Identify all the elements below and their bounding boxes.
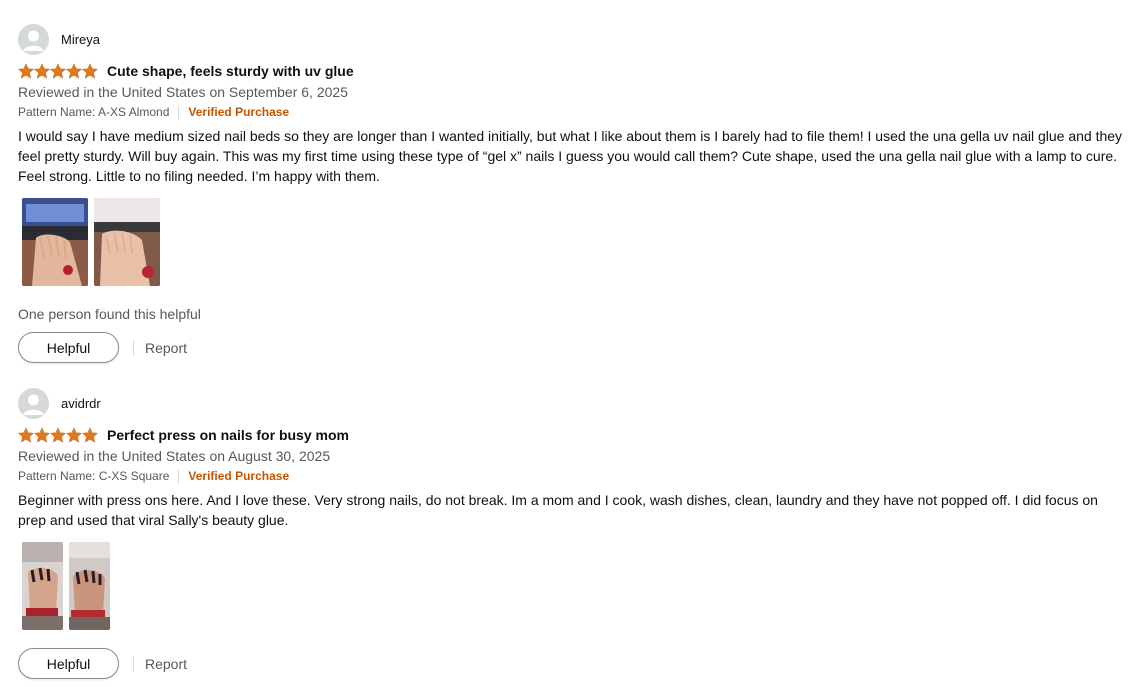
- reviewer-profile[interactable]: avidrdr: [18, 388, 1133, 419]
- review-date: Reviewed in the United States on August …: [18, 448, 331, 464]
- divider: [178, 469, 180, 483]
- report-link[interactable]: Report: [145, 340, 187, 356]
- review-actions: Helpful Report: [18, 648, 187, 679]
- helpful-button[interactable]: Helpful: [18, 648, 119, 679]
- default-avatar-icon: [18, 388, 49, 419]
- divider: [133, 340, 134, 355]
- avatar: [18, 388, 49, 419]
- pattern-name[interactable]: Pattern Name: C-XS Square: [18, 468, 169, 484]
- five-star-rating-icon[interactable]: [18, 62, 98, 80]
- review-image-thumbnail[interactable]: [22, 542, 63, 630]
- review-image-thumbnail[interactable]: [69, 542, 110, 630]
- report-link[interactable]: Report: [145, 656, 187, 672]
- review-title[interactable]: Cute shape, feels sturdy with uv glue: [107, 63, 354, 79]
- review-card: Mireya Cute shape, feels sturdy with uv …: [18, 24, 1133, 286]
- helpful-button[interactable]: Helpful: [18, 332, 119, 363]
- default-avatar-icon: [18, 24, 49, 55]
- review-card: avidrdr Perfect press on nails for busy …: [18, 388, 1133, 630]
- review-date: Reviewed in the United States on Septemb…: [18, 84, 348, 100]
- review-actions: Helpful Report: [18, 332, 187, 363]
- helpful-count: One person found this helpful: [18, 306, 201, 322]
- reviewer-profile[interactable]: Mireya: [18, 24, 1133, 55]
- review-images: [22, 198, 1133, 286]
- reviewer-name[interactable]: avidrdr: [61, 396, 101, 411]
- review-body: Beginner with press ons here. And I love…: [18, 492, 1098, 528]
- review-image-thumbnail[interactable]: [22, 198, 88, 286]
- review-title[interactable]: Perfect press on nails for busy mom: [107, 427, 349, 443]
- review-image-thumbnail[interactable]: [94, 198, 160, 286]
- verified-purchase-badge: Verified Purchase: [188, 105, 290, 119]
- divider: [133, 656, 134, 671]
- reviewer-name[interactable]: Mireya: [61, 32, 100, 47]
- review-images: [22, 542, 1133, 630]
- divider: [178, 105, 180, 119]
- verified-purchase-badge: Verified Purchase: [188, 469, 290, 483]
- five-star-rating-icon[interactable]: [18, 426, 98, 444]
- review-body: I would say I have medium sized nail bed…: [18, 128, 1123, 184]
- pattern-name[interactable]: Pattern Name: A-XS Almond: [18, 104, 169, 120]
- avatar: [18, 24, 49, 55]
